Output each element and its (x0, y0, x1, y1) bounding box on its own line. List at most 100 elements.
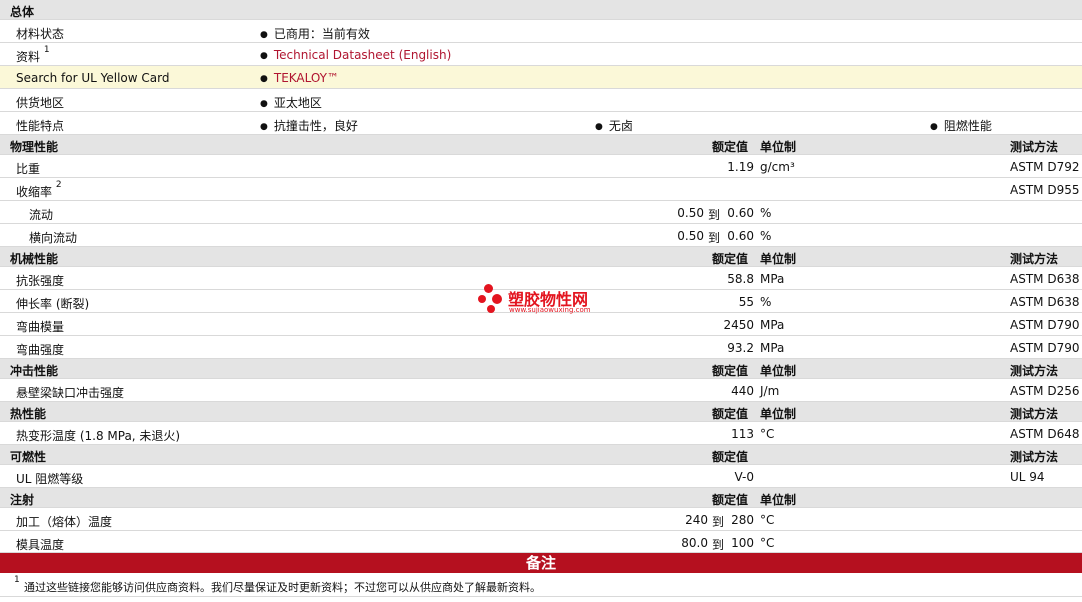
test-method: UL 94 (1010, 470, 1045, 484)
material-status-label: 材料状态 (16, 27, 65, 41)
row-ul-rating: UL 阻燃等级 V-0 UL 94 (0, 465, 1082, 488)
property-unit: g/cm³ (760, 160, 795, 174)
ul-yellow-card-link[interactable]: TEKALOY™ (274, 71, 339, 85)
property-unit: % (760, 229, 772, 243)
feature-item: 无卤 (595, 117, 633, 134)
section-physical-header: 物理性能 额定值 单位制 测试方法 (0, 135, 1082, 155)
test-method: ASTM D638 (1010, 295, 1080, 309)
col-nominal-header: 额定值 (712, 407, 749, 421)
section-title: 注射 (10, 493, 35, 507)
property-unit: MPa (760, 341, 785, 355)
property-label: 模具温度 (16, 538, 65, 552)
range-low: 80.0 (681, 536, 708, 550)
property-unit: °C (760, 427, 775, 441)
test-method: ASTM D638 (1010, 272, 1080, 286)
row-shrinkage: 收缩率 2 ASTM D955 (0, 178, 1082, 201)
col-method-header: 测试方法 (1010, 450, 1059, 464)
row-izod-impact: 悬壁梁缺口冲击强度 440 J/m ASTM D256 (0, 379, 1082, 402)
watermark-url: www.sujiaowuxing.com (509, 306, 591, 314)
col-unit-header: 单位制 (760, 407, 797, 421)
section-title: 机械性能 (10, 252, 59, 266)
range-to: 到 (712, 538, 725, 552)
feature-item: 抗撞击性，良好 (260, 117, 358, 134)
site-watermark: 塑胶物性网 www.sujiaowuxing.com (478, 282, 618, 322)
range-to: 到 (708, 208, 721, 222)
property-value: 55 (738, 295, 754, 309)
section-title: 总体 (10, 5, 35, 19)
col-unit-header: 单位制 (760, 493, 797, 507)
property-label: 流动 (29, 208, 54, 222)
range-high: 280 (731, 513, 754, 527)
property-unit: MPa (760, 272, 785, 286)
notes-banner: 备注 (0, 553, 1082, 573)
section-mechanical-header: 机械性能 额定值 单位制 测试方法 (0, 247, 1082, 267)
property-value: 93.2 (727, 341, 754, 355)
property-unit: J/m (760, 384, 780, 398)
property-unit: °C (760, 536, 775, 550)
range-high: 0.60 (727, 229, 754, 243)
row-ul-search: Search for UL Yellow Card TEKALOY™ (0, 66, 1082, 89)
col-unit-header: 单位制 (760, 140, 797, 154)
row-shrink-flow: 流动 0.50 到 0.60 % (0, 201, 1082, 224)
range-low: 0.50 (677, 206, 704, 220)
features-label: 性能特点 (16, 119, 65, 133)
row-material-status: 材料状态 已商用：当前有效 (0, 20, 1082, 43)
range-to: 到 (712, 515, 725, 529)
row-specific-gravity: 比重 1.19 g/cm³ ASTM D792 (0, 155, 1082, 178)
range-to: 到 (708, 231, 721, 245)
note-1: 1 通过这些链接您能够访问供应商资料。我们尽量保证及时更新资料；不过您可以从供应… (0, 573, 1082, 597)
range-high: 100 (731, 536, 754, 550)
property-label: 悬壁梁缺口冲击强度 (16, 386, 125, 400)
row-region: 供货地区 亚太地区 (0, 89, 1082, 112)
property-label: 弯曲模量 (16, 320, 65, 334)
range-high: 0.60 (727, 206, 754, 220)
range-low: 240 (685, 513, 708, 527)
property-value: 440 (731, 384, 754, 398)
property-label: 横向流动 (29, 231, 78, 245)
property-unit: % (760, 295, 772, 309)
col-unit-header: 单位制 (760, 364, 797, 378)
property-unit: MPa (760, 318, 785, 332)
property-label: UL 阻燃等级 (16, 472, 84, 486)
property-value: V-0 (734, 470, 754, 484)
col-method-header: 测试方法 (1010, 407, 1059, 421)
col-nominal-header: 额定值 (712, 140, 749, 154)
section-title: 可燃性 (10, 450, 47, 464)
section-flammability-header: 可燃性 额定值 测试方法 (0, 445, 1082, 465)
section-title: 物理性能 (10, 140, 59, 154)
col-method-header: 测试方法 (1010, 364, 1059, 378)
property-value: 58.8 (727, 272, 754, 286)
datasheet-link[interactable]: Technical Datasheet (English) (274, 48, 451, 62)
range-low: 0.50 (677, 229, 704, 243)
property-label: 热变形温度 (1.8 MPa, 未退火) (16, 429, 181, 443)
property-unit: % (760, 206, 772, 220)
col-unit-header: 单位制 (760, 252, 797, 266)
test-method: ASTM D256 (1010, 384, 1080, 398)
ul-search-label: Search for UL Yellow Card (16, 71, 170, 85)
region-value: 亚太地区 (260, 94, 322, 111)
col-nominal-header: 额定值 (712, 252, 749, 266)
section-impact-header: 冲击性能 额定值 单位制 测试方法 (0, 359, 1082, 379)
property-label: 抗张强度 (16, 274, 65, 288)
test-method: ASTM D790 (1010, 341, 1080, 355)
row-hdt: 热变形温度 (1.8 MPa, 未退火) 113 °C ASTM D648 (0, 422, 1082, 445)
row-features: 性能特点 抗撞击性，良好 无卤 阻燃性能 (0, 112, 1082, 135)
section-general-header: 总体 (0, 0, 1082, 20)
note-number: 1 (14, 575, 20, 585)
property-value: 113 (731, 427, 754, 441)
row-source: 资料 1 Technical Datasheet (English) (0, 43, 1082, 66)
row-mold-temp: 模具温度 80.0 到 100 °C (0, 531, 1082, 553)
row-shrink-transverse: 横向流动 0.50 到 0.60 % (0, 224, 1082, 247)
col-method-header: 测试方法 (1010, 140, 1059, 154)
col-nominal-header: 额定值 (712, 493, 749, 507)
test-method: ASTM D792 (1010, 160, 1080, 174)
row-melt-temp: 加工（熔体）温度 240 到 280 °C (0, 508, 1082, 531)
ul-yellow-card-item: TEKALOY™ (260, 71, 339, 85)
col-nominal-header: 额定值 (712, 450, 749, 464)
property-value: 1.19 (727, 160, 754, 174)
property-label: 伸长率 (断裂) (16, 297, 90, 311)
property-label: 加工（熔体）温度 (16, 515, 113, 529)
material-status-value: 已商用：当前有效 (260, 25, 370, 42)
test-method: ASTM D790 (1010, 318, 1080, 332)
datasheet-link-item: Technical Datasheet (English) (260, 48, 451, 62)
